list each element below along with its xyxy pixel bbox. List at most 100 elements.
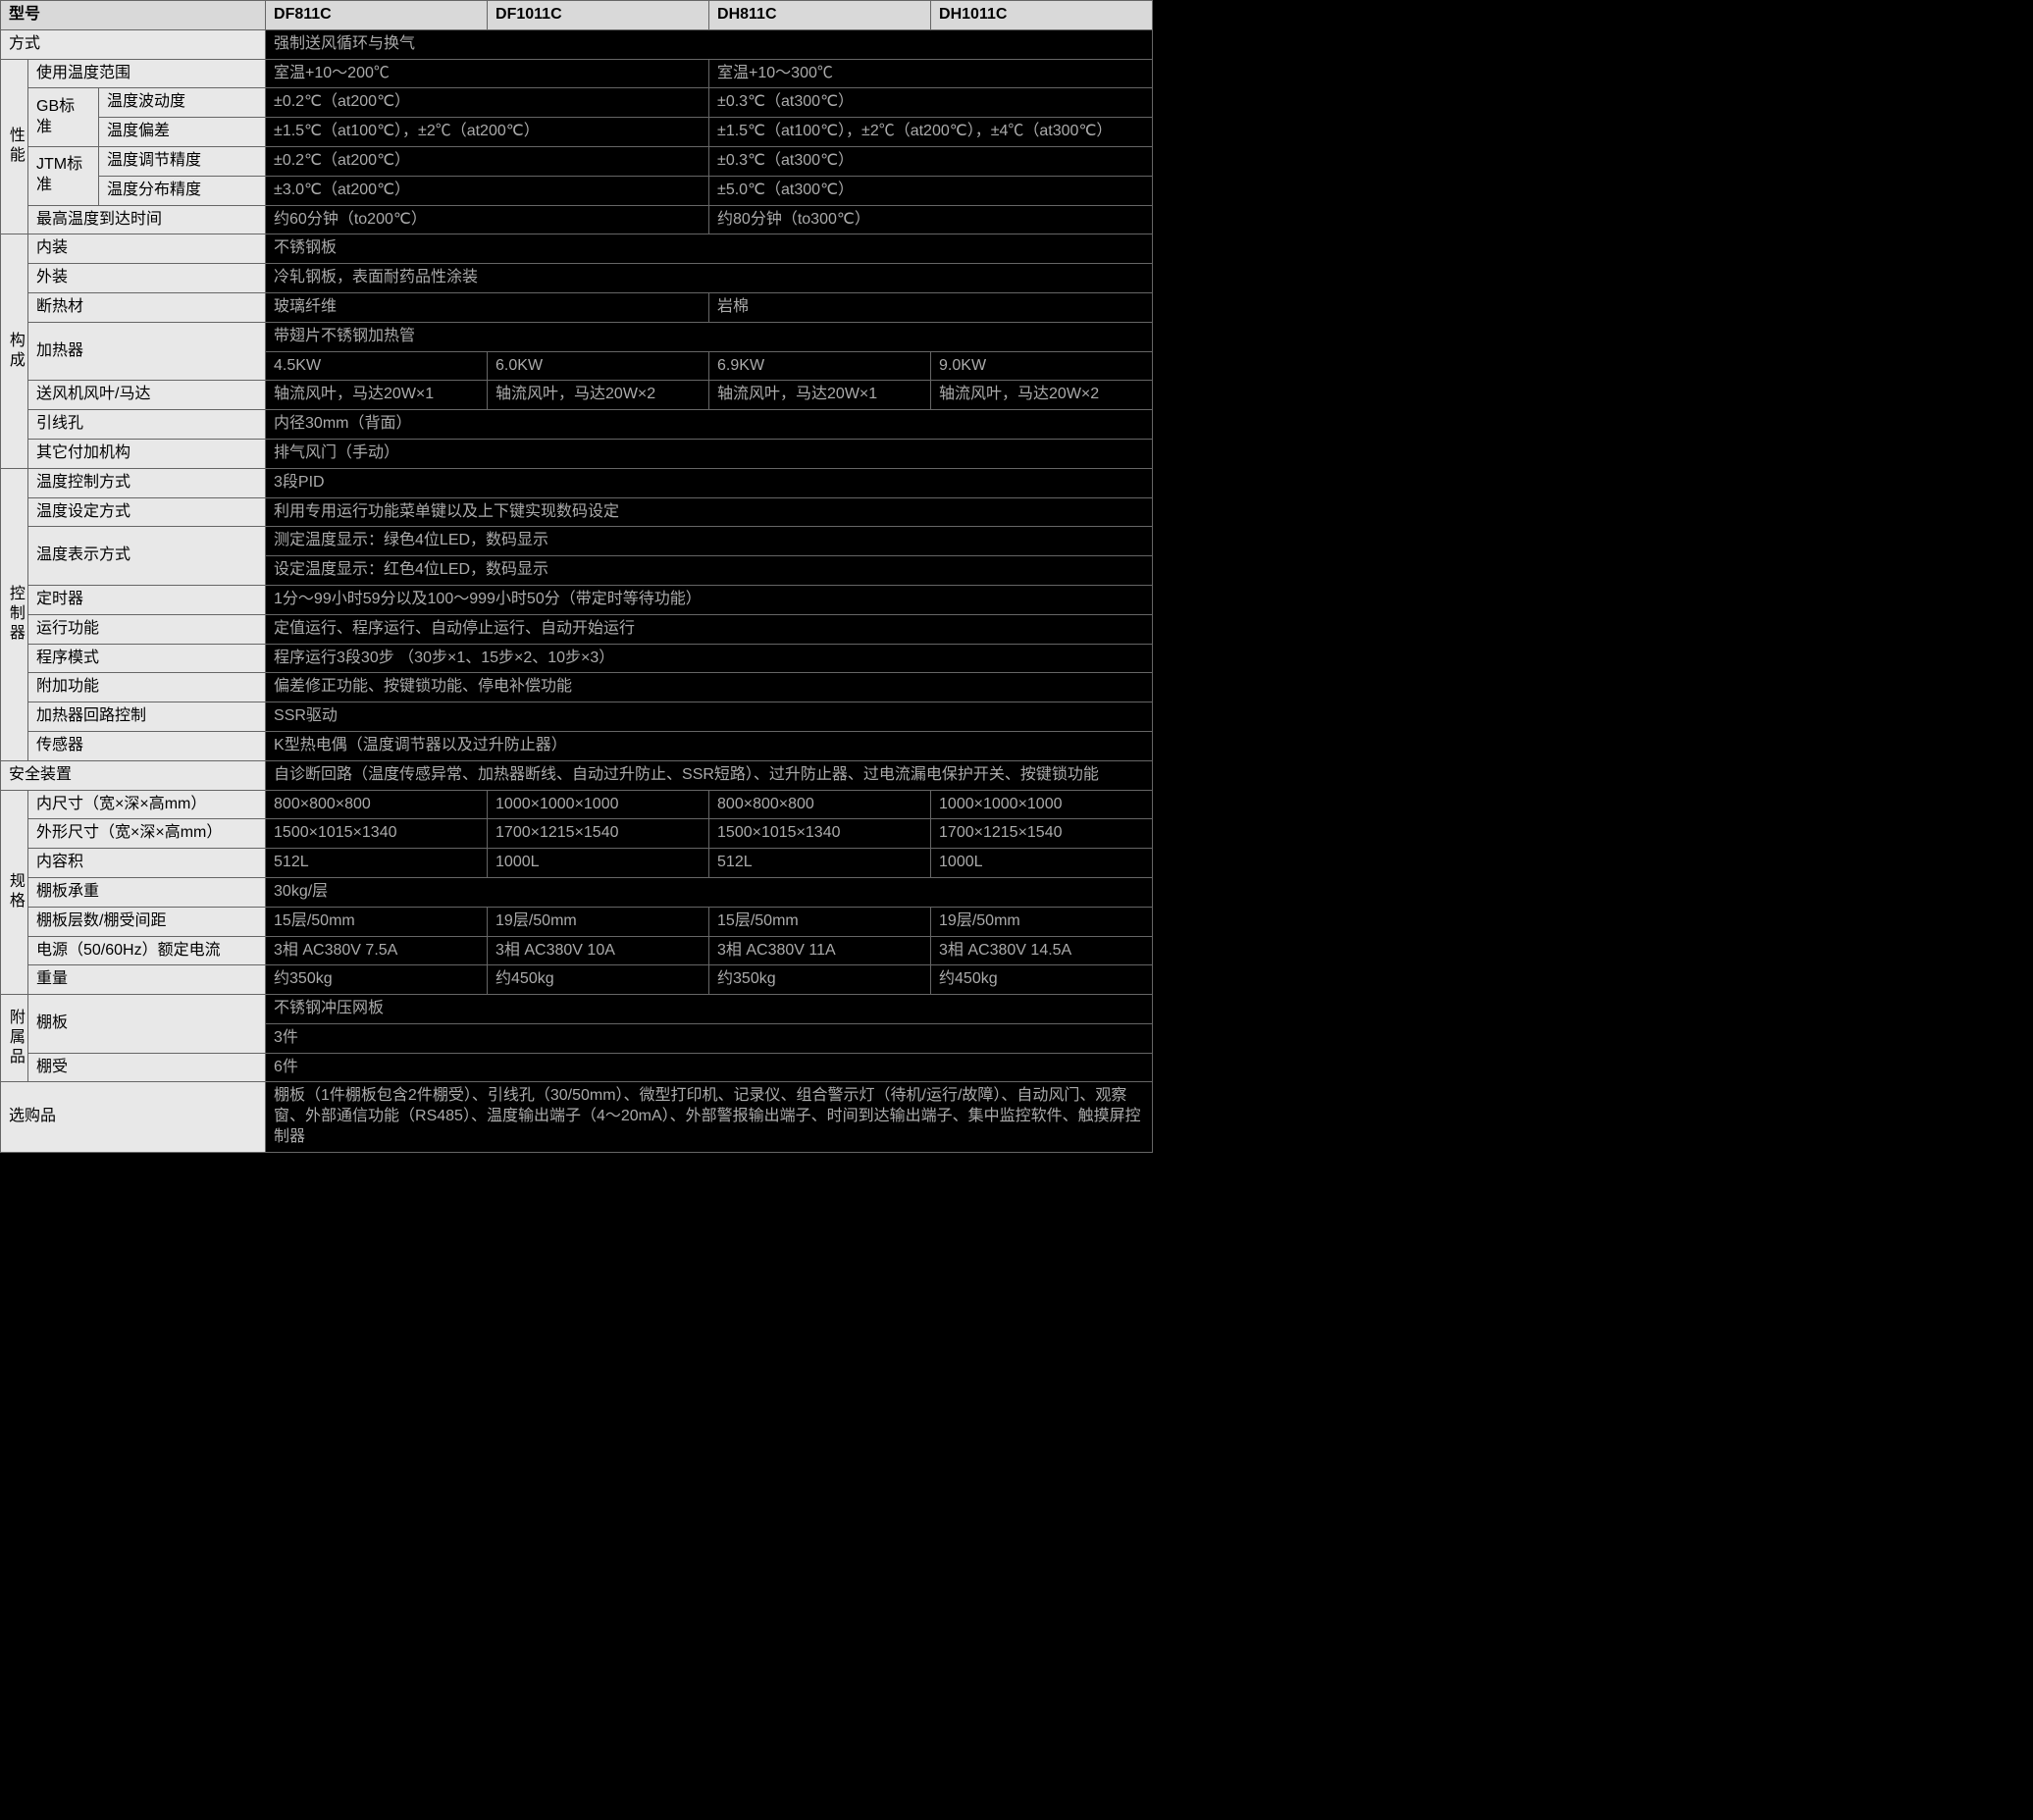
reach-v2: 约80分钟（to300℃） — [709, 205, 1153, 234]
ctrl-disp-label: 温度表示方式 — [28, 527, 266, 586]
fan-p2: 轴流风叶，马达20W×1 — [709, 381, 931, 410]
ctrl-mode-v: 3段PID — [266, 468, 1153, 497]
power-2: 3相 AC380V 11A — [709, 936, 931, 965]
row-power: 电源（50/60Hz）额定电流 3相 AC380V 7.5A 3相 AC380V… — [1, 936, 1153, 965]
heater-p0: 4.5KW — [266, 351, 488, 381]
weight-1: 约450kg — [488, 965, 709, 995]
row-ctrl-mode: 控制器 温度控制方式 3段PID — [1, 468, 1153, 497]
row-ctrl-run: 运行功能 定值运行、程序运行、自动停止运行、自动开始运行 — [1, 614, 1153, 644]
gb-dev-label: 温度偏差 — [99, 118, 266, 147]
option-label: 选购品 — [1, 1082, 266, 1152]
weight-2: 约350kg — [709, 965, 931, 995]
ctrl-loop-v: SSR驱动 — [266, 702, 1153, 732]
row-shelf-load: 棚板承重 30kg/层 — [1, 877, 1153, 907]
gb-dev-v2: ±1.5℃（at100℃），±2℃（at200℃），±4℃（at300℃） — [709, 118, 1153, 147]
gb-label: GB标准 — [28, 88, 99, 147]
jtm-adj-v2: ±0.3℃（at300℃） — [709, 146, 1153, 176]
volume-1: 1000L — [488, 849, 709, 878]
model-col-0: DF811C — [266, 1, 488, 30]
acc-support-v: 6件 — [266, 1053, 1153, 1082]
power-0: 3相 AC380V 7.5A — [266, 936, 488, 965]
ctrl-sensor-v: K型热电偶（温度调节器以及过升防止器） — [266, 731, 1153, 760]
row-heater-type: 加热器 带翅片不锈钢加热管 — [1, 322, 1153, 351]
cat-spec: 规格 — [1, 790, 28, 995]
row-shelf-cnt: 棚板层数/棚受间距 15层/50mm 19层/50mm 15层/50mm 19层… — [1, 907, 1153, 936]
inner-v: 不锈钢板 — [266, 234, 1153, 264]
reach-label: 最高温度到达时间 — [28, 205, 266, 234]
shelf-load-label: 棚板承重 — [28, 877, 266, 907]
method-value: 强制送风循环与换气 — [266, 29, 1153, 59]
row-insul: 断热材 玻璃纤维 岩棉 — [1, 292, 1153, 322]
heater-p1: 6.0KW — [488, 351, 709, 381]
gb-fluct-v1: ±0.2℃（at200℃） — [266, 88, 709, 118]
power-label: 电源（50/60Hz）额定电流 — [28, 936, 266, 965]
safety-label: 安全装置 — [1, 760, 266, 790]
ctrl-mode-label: 温度控制方式 — [28, 468, 266, 497]
gb-fluct-v2: ±0.3℃（at300℃） — [709, 88, 1153, 118]
table-header-row: 型号 DF811C DF1011C DH811C DH1011C — [1, 1, 1153, 30]
jtm-dist-v1: ±3.0℃（at200℃） — [266, 176, 709, 205]
method-label: 方式 — [1, 29, 266, 59]
other-v: 排气风门（手动） — [266, 439, 1153, 468]
insul-label: 断热材 — [28, 292, 266, 322]
row-gb-dev: 温度偏差 ±1.5℃（at100℃），±2℃（at200℃） ±1.5℃（at1… — [1, 118, 1153, 147]
model-label: 型号 — [1, 1, 266, 30]
outer-dim-3: 1700×1215×1540 — [931, 819, 1153, 849]
fan-p3: 轴流风叶，马达20W×2 — [931, 381, 1153, 410]
inner-dim-3: 1000×1000×1000 — [931, 790, 1153, 819]
gb-dev-v1: ±1.5℃（at100℃），±2℃（at200℃） — [266, 118, 709, 147]
volume-3: 1000L — [931, 849, 1153, 878]
row-ctrl-loop: 加热器回路控制 SSR驱动 — [1, 702, 1153, 732]
cat-controller: 控制器 — [1, 468, 28, 760]
ctrl-sensor-label: 传感器 — [28, 731, 266, 760]
ctrl-prog-v: 程序运行3段30步 （30步×1、15步×2、10步×3） — [266, 644, 1153, 673]
cat-accessory: 附属品 — [1, 995, 28, 1082]
acc-shelf-label: 棚板 — [28, 995, 266, 1054]
ctrl-set-v: 利用专用运行功能菜单键以及上下键实现数码设定 — [266, 497, 1153, 527]
acc-support-label: 棚受 — [28, 1053, 266, 1082]
row-method: 方式 强制送风循环与换气 — [1, 29, 1153, 59]
row-ctrl-timer: 定时器 1分～99小时59分以及100～999小时50分（带定时等待功能） — [1, 585, 1153, 614]
fan-label: 送风机风叶/马达 — [28, 381, 266, 410]
volume-0: 512L — [266, 849, 488, 878]
model-col-1: DF1011C — [488, 1, 709, 30]
weight-3: 约450kg — [931, 965, 1153, 995]
shelf-cnt-3: 19层/50mm — [931, 907, 1153, 936]
shelf-cnt-1: 19层/50mm — [488, 907, 709, 936]
heater-p2: 6.9KW — [709, 351, 931, 381]
shelf-cnt-0: 15层/50mm — [266, 907, 488, 936]
row-ctrl-sensor: 传感器 K型热电偶（温度调节器以及过升防止器） — [1, 731, 1153, 760]
ctrl-timer-v: 1分～99小时59分以及100～999小时50分（带定时等待功能） — [266, 585, 1153, 614]
outer-dim-0: 1500×1015×1340 — [266, 819, 488, 849]
model-col-3: DH1011C — [931, 1, 1153, 30]
ctrl-set-label: 温度设定方式 — [28, 497, 266, 527]
safety-v: 自诊断回路（温度传感异常、加热器断线、自动过升防止、SSR短路）、过升防止器、过… — [266, 760, 1153, 790]
outer-dim-label: 外形尺寸（宽×深×高mm） — [28, 819, 266, 849]
outer-v: 冷轧钢板，表面耐药品性涂装 — [266, 264, 1153, 293]
ctrl-prog-label: 程序模式 — [28, 644, 266, 673]
jtm-dist-label: 温度分布精度 — [99, 176, 266, 205]
row-fan: 送风机风叶/马达 轴流风叶，马达20W×1 轴流风叶，马达20W×2 轴流风叶，… — [1, 381, 1153, 410]
row-ctrl-add: 附加功能 偏差修正功能、按键锁功能、停电补偿功能 — [1, 673, 1153, 702]
temp-range-label: 使用温度范围 — [28, 59, 266, 88]
row-other: 其它付加机构 排气风门（手动） — [1, 439, 1153, 468]
acc-shelf-v1: 不锈钢冲压网板 — [266, 995, 1153, 1024]
row-lead: 引线孔 内径30mm（背面） — [1, 410, 1153, 440]
ctrl-timer-label: 定时器 — [28, 585, 266, 614]
outer-dim-2: 1500×1015×1340 — [709, 819, 931, 849]
row-acc-shelf1: 附属品 棚板 不锈钢冲压网板 — [1, 995, 1153, 1024]
jtm-dist-v2: ±5.0℃（at300℃） — [709, 176, 1153, 205]
cat-structure: 构成 — [1, 234, 28, 468]
shelf-cnt-2: 15层/50mm — [709, 907, 931, 936]
jtm-adj-label: 温度调节精度 — [99, 146, 266, 176]
row-inner-dim: 规格 内尺寸（宽×深×高mm） 800×800×800 1000×1000×10… — [1, 790, 1153, 819]
row-ctrl-prog: 程序模式 程序运行3段30步 （30步×1、15步×2、10步×3） — [1, 644, 1153, 673]
row-weight: 重量 约350kg 约450kg 约350kg 约450kg — [1, 965, 1153, 995]
inner-dim-label: 内尺寸（宽×深×高mm） — [28, 790, 266, 819]
insul-v1: 玻璃纤维 — [266, 292, 709, 322]
row-ctrl-disp1: 温度表示方式 测定温度显示：绿色4位LED，数码显示 — [1, 527, 1153, 556]
temp-range-v2: 室温+10～300℃ — [709, 59, 1153, 88]
ctrl-disp-v2: 设定温度显示：红色4位LED，数码显示 — [266, 556, 1153, 586]
ctrl-add-v: 偏差修正功能、按键锁功能、停电补偿功能 — [266, 673, 1153, 702]
row-outer-dim: 外形尺寸（宽×深×高mm） 1500×1015×1340 1700×1215×1… — [1, 819, 1153, 849]
